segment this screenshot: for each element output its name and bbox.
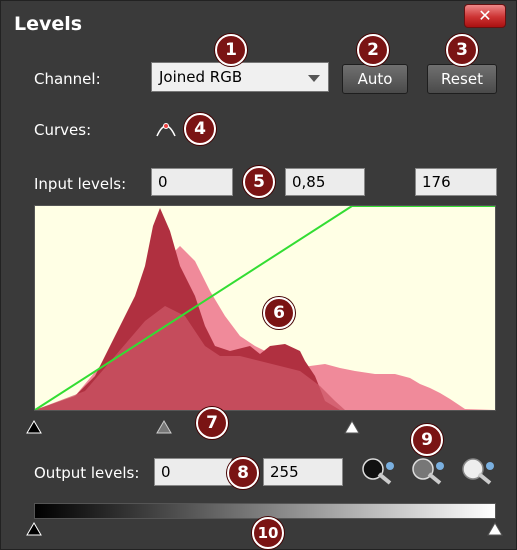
callout-badge: 10 [252,517,284,549]
levels-dialog: Levels ✕ Channel: Joined RGB Auto Reset … [0,0,517,550]
channel-select-value: Joined RGB [159,68,243,86]
reset-button[interactable]: Reset [427,64,497,94]
callout-badge: 4 [184,113,216,145]
chevron-down-icon [308,75,320,82]
callout-badge: 8 [227,457,259,489]
close-button[interactable]: ✕ [464,4,506,28]
output-white-field[interactable]: 255 [263,458,343,486]
input-black-slider[interactable] [26,420,42,434]
channel-label: Channel: [34,70,101,88]
callout-badge: 6 [263,297,295,329]
gray-eyedropper-icon[interactable] [409,456,445,486]
callout-badge: 2 [357,34,389,66]
callout-badge: 9 [411,424,443,456]
input-levels-label: Input levels: [34,175,127,193]
output-black-slider[interactable] [26,522,42,536]
channel-select[interactable]: Joined RGB [151,62,329,92]
output-white-slider[interactable] [487,522,503,536]
input-white-slider[interactable] [344,420,360,434]
callout-badge: 7 [196,407,228,439]
curves-label: Curves: [34,121,92,139]
input-white-field[interactable]: 176 [415,168,497,196]
callout-badge: 3 [446,34,478,66]
input-gamma-slider[interactable] [156,420,172,434]
output-black-field[interactable]: 0 [154,458,232,486]
auto-button[interactable]: Auto [342,64,408,94]
callout-badge: 5 [243,166,275,198]
dialog-title: Levels [14,13,83,35]
input-black-field[interactable]: 0 [151,168,233,196]
input-gamma-field[interactable]: 0,85 [285,168,365,196]
black-eyedropper-icon[interactable] [359,456,395,486]
curve-icon[interactable] [155,118,177,138]
white-eyedropper-icon[interactable] [459,456,495,486]
output-levels-label: Output levels: [34,464,140,482]
callout-badge: 1 [215,34,247,66]
